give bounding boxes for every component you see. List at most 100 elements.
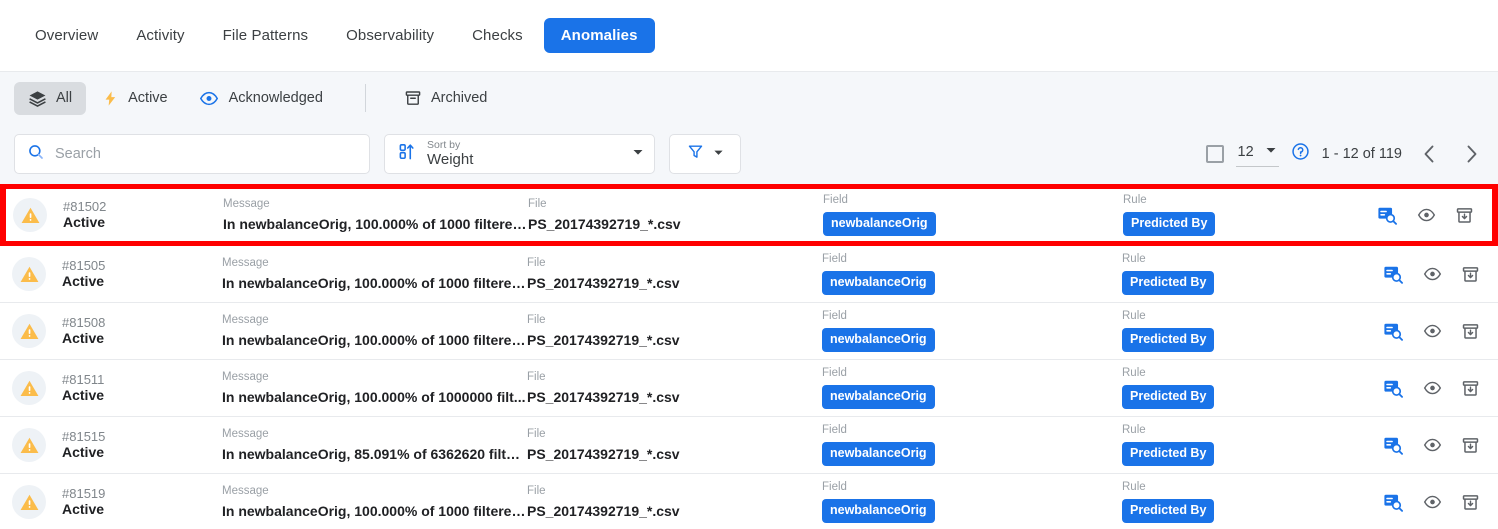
anomaly-id-cell: #81505 Active xyxy=(62,258,222,290)
help-circle-icon[interactable] xyxy=(1291,142,1310,166)
archive-icon[interactable] xyxy=(1461,322,1480,341)
anomaly-row[interactable]: #81511 Active Message In newbalanceOrig, 10… xyxy=(0,360,1498,417)
archive-icon[interactable] xyxy=(1461,379,1480,398)
tab-activity[interactable]: Activity xyxy=(119,18,201,53)
message-cell-header: Message xyxy=(222,256,269,269)
acknowledge-eye-icon[interactable] xyxy=(1422,265,1443,283)
anomaly-row[interactable]: #81502 Active Message In newbalanceOrig, 10… xyxy=(0,184,1498,246)
field-cell-badge: newbalanceOrig xyxy=(823,211,936,236)
page-size-value: 12 xyxy=(1237,144,1254,160)
message-cell-header: Message xyxy=(222,370,269,383)
field-cell-badge: newbalanceOrig xyxy=(822,327,935,352)
rule-cell: Rule Predicted By xyxy=(1122,424,1362,466)
tab-anomalies[interactable]: Anomalies xyxy=(543,18,655,53)
select-all-checkbox[interactable] xyxy=(1205,145,1224,163)
search-input[interactable] xyxy=(55,146,357,162)
file-cell-value: PS_20174392719_*.csv xyxy=(527,445,680,462)
page-size-select[interactable]: 12 xyxy=(1235,141,1279,167)
rule-cell: Rule Predicted By xyxy=(1122,253,1362,295)
archive-icon[interactable] xyxy=(1455,206,1474,225)
status-filter-active[interactable]: Active xyxy=(88,82,182,115)
tab-observability[interactable]: Observability xyxy=(329,18,451,53)
rule-cell-badge: Predicted By xyxy=(1123,211,1216,236)
rule-cell-badge: Predicted By xyxy=(1122,498,1215,523)
field-cell-header: Field xyxy=(822,310,847,323)
rule-cell-header: Rule xyxy=(1122,253,1146,266)
tab-checks[interactable]: Checks xyxy=(455,18,540,53)
anomaly-id-cell: #81511 Active xyxy=(62,372,222,404)
file-cell-value: PS_20174392719_*.csv xyxy=(528,215,681,232)
acknowledge-eye-icon[interactable] xyxy=(1422,493,1443,511)
row-actions xyxy=(1383,264,1498,285)
inspect-icon[interactable] xyxy=(1383,264,1404,285)
funnel-icon xyxy=(687,143,704,165)
archive-icon[interactable] xyxy=(1461,493,1480,512)
field-cell-badge: newbalanceOrig xyxy=(822,270,935,295)
field-cell-header: Field xyxy=(823,194,848,207)
anomaly-status: Active xyxy=(62,387,105,404)
archive-icon[interactable] xyxy=(1461,436,1480,455)
inspect-icon[interactable] xyxy=(1383,435,1404,456)
chevron-down-icon[interactable] xyxy=(1265,143,1277,161)
prev-page-button[interactable] xyxy=(1414,139,1444,169)
rule-cell: Rule Predicted By xyxy=(1122,310,1362,352)
status-filter-label: Acknowledged xyxy=(228,90,323,106)
status-filter-archived[interactable]: Archived xyxy=(390,82,501,114)
rule-cell-header: Rule xyxy=(1122,367,1146,380)
field-cell-header: Field xyxy=(822,481,847,494)
row-actions xyxy=(1383,321,1498,342)
search-box[interactable] xyxy=(14,134,370,174)
eye-icon xyxy=(198,89,220,108)
anomaly-id: #81505 xyxy=(62,257,106,273)
file-cell-value: PS_20174392719_*.csv xyxy=(527,502,680,519)
anomaly-status: Active xyxy=(62,444,105,461)
file-cell-header: File xyxy=(527,427,546,440)
severity-warning-icon xyxy=(13,198,47,232)
row-actions xyxy=(1383,435,1498,456)
chevron-down-icon[interactable] xyxy=(713,145,724,163)
inspect-icon[interactable] xyxy=(1383,492,1404,513)
archive-icon[interactable] xyxy=(1461,265,1480,284)
acknowledge-eye-icon[interactable] xyxy=(1416,206,1437,224)
field-cell-header: Field xyxy=(822,253,847,266)
anomaly-row[interactable]: #81505 Active Message In newbalanceOrig, 10… xyxy=(0,246,1498,303)
next-page-button[interactable] xyxy=(1456,139,1486,169)
anomaly-row[interactable]: #81508 Active Message In newbalanceOrig, 10… xyxy=(0,303,1498,360)
file-cell: File PS_20174392719_*.csv xyxy=(527,371,822,406)
inspect-icon[interactable] xyxy=(1383,321,1404,342)
tab-overview[interactable]: Overview xyxy=(18,18,115,53)
severity-warning-icon xyxy=(12,314,46,348)
message-cell-header: Message xyxy=(222,427,269,440)
field-cell: Field newbalanceOrig xyxy=(822,424,1122,466)
anomaly-id-cell: #81502 Active xyxy=(63,199,223,231)
anomaly-status: Active xyxy=(62,273,105,290)
file-cell: File PS_20174392719_*.csv xyxy=(527,314,822,349)
filter-button[interactable] xyxy=(669,134,741,174)
pagination: 12 1 - 12 of 119 xyxy=(1205,139,1487,169)
file-cell: File PS_20174392719_*.csv xyxy=(528,198,823,233)
rule-cell-badge: Predicted By xyxy=(1122,270,1215,295)
inspect-icon[interactable] xyxy=(1377,205,1398,226)
acknowledge-eye-icon[interactable] xyxy=(1422,322,1443,340)
acknowledge-eye-icon[interactable] xyxy=(1422,436,1443,454)
field-cell: Field newbalanceOrig xyxy=(822,253,1122,295)
anomaly-id: #81519 xyxy=(62,485,106,501)
sort-by-value: Weight xyxy=(427,150,474,168)
anomaly-row[interactable]: #81519 Active Message In newbalanceOrig, 10… xyxy=(0,474,1498,529)
message-cell-header: Message xyxy=(222,484,269,497)
toolbar: Sort by Weight 12 xyxy=(0,124,1498,184)
status-filter-acknowledged[interactable]: Acknowledged xyxy=(184,82,337,115)
message-cell-value: In newbalanceOrig, 85.091% of 6362620 fi… xyxy=(222,445,527,462)
message-cell-header: Message xyxy=(223,197,270,210)
chevron-down-icon[interactable] xyxy=(632,145,644,163)
file-cell: File PS_20174392719_*.csv xyxy=(527,257,822,292)
status-filter-all[interactable]: All xyxy=(14,81,87,115)
sort-by-select[interactable]: Sort by Weight xyxy=(384,134,655,174)
tab-file-patterns[interactable]: File Patterns xyxy=(206,18,326,53)
acknowledge-eye-icon[interactable] xyxy=(1422,379,1443,397)
rule-cell-badge: Predicted By xyxy=(1122,384,1215,409)
status-filter-bar: All Active Acknowledged Archived xyxy=(0,71,1498,124)
sort-numeric-icon xyxy=(398,142,417,166)
inspect-icon[interactable] xyxy=(1383,378,1404,399)
anomaly-row[interactable]: #81515 Active Message In newbalanceOrig, 85… xyxy=(0,417,1498,474)
